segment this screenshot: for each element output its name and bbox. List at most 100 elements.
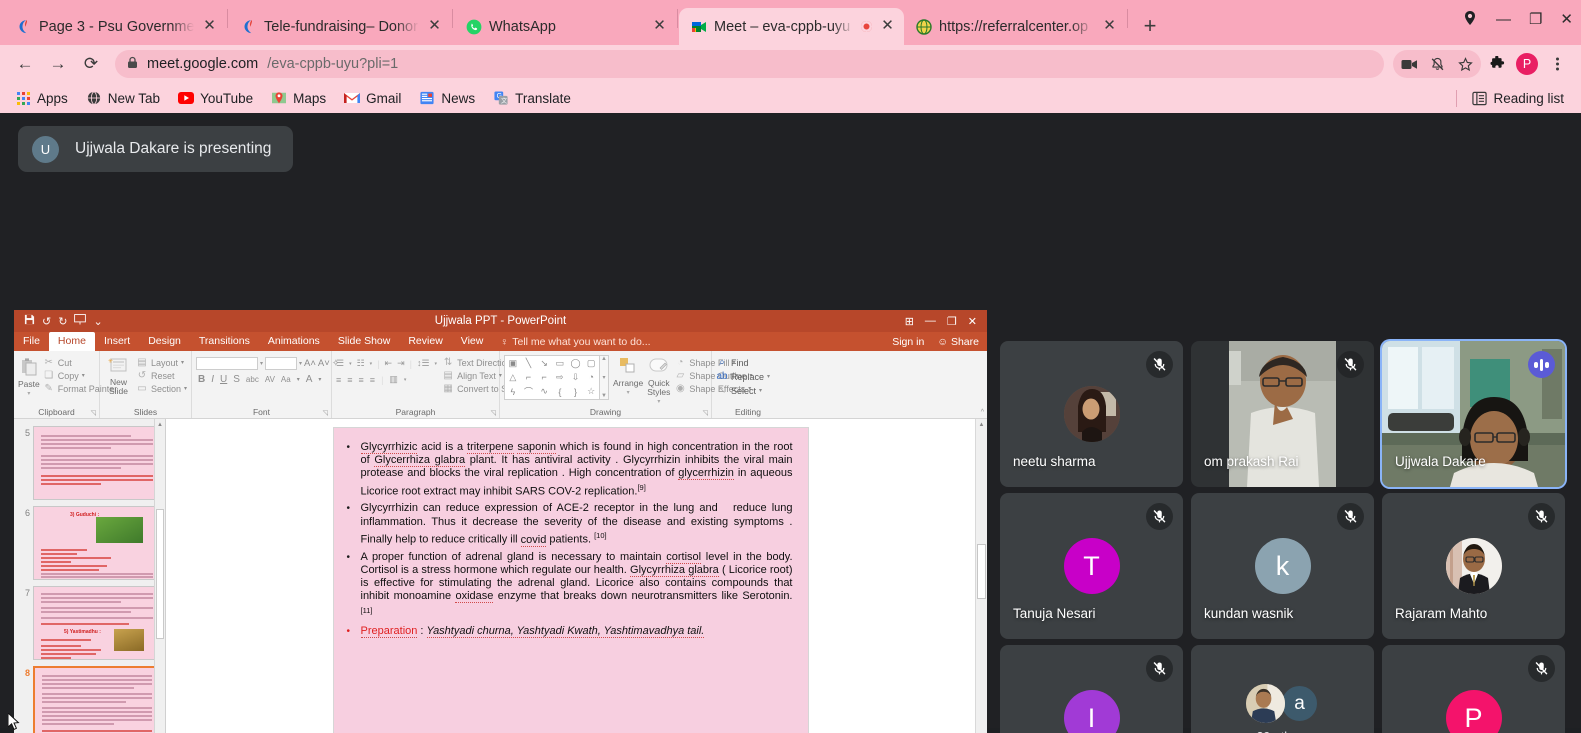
- tab-home[interactable]: Home: [48, 332, 95, 351]
- slide-canvas-area[interactable]: • Glycyrrhizic acid is a triterpene sapo…: [166, 419, 975, 733]
- dialog-launcher-icon[interactable]: ◹: [703, 409, 708, 417]
- thumbnail-scrollbar[interactable]: ▲ ▼: [154, 419, 165, 733]
- slide-vertical-scrollbar[interactable]: ▲ ▼ ⌃ ⌄: [975, 419, 987, 733]
- window-restore-button[interactable]: ❐: [1529, 12, 1542, 27]
- columns-icon[interactable]: ▥: [389, 374, 398, 385]
- dialog-launcher-icon[interactable]: ◹: [323, 409, 328, 417]
- tab-design[interactable]: Design: [139, 332, 190, 351]
- participant-tile-rajaram-mahto[interactable]: Rajaram Mahto: [1382, 493, 1565, 639]
- participant-tile-ujjwala-dakare[interactable]: Ujjwala Dakare: [1382, 341, 1565, 487]
- shape-textbox-icon[interactable]: ▣: [509, 358, 518, 369]
- bookmark-news[interactable]: News: [412, 87, 482, 109]
- shape-left-brace-icon[interactable]: {: [558, 387, 561, 397]
- align-right-icon[interactable]: ≡: [359, 375, 364, 385]
- font-size-input[interactable]: [265, 357, 298, 370]
- tab-close-icon[interactable]: ✕: [201, 18, 218, 35]
- star-icon[interactable]: [1451, 50, 1479, 78]
- slide-thumbnail-pane[interactable]: 5 6 3) Guduchi : 7 5) Yastimadhu: 8 ▲: [14, 419, 166, 733]
- shape-line-icon[interactable]: ╲: [526, 358, 531, 369]
- bookmark-apps[interactable]: Apps: [8, 87, 75, 109]
- participant-tile-others[interactable]: a 29 others: [1191, 645, 1374, 733]
- underline-button[interactable]: U: [220, 374, 227, 385]
- present-icon[interactable]: [74, 314, 87, 328]
- bookmark-gmail[interactable]: Gmail: [337, 87, 408, 109]
- character-spacing-button[interactable]: AV: [265, 375, 275, 384]
- section-button[interactable]: ▭ Section ▾: [136, 383, 187, 394]
- scroll-down-icon[interactable]: ▼: [601, 393, 607, 399]
- tab-review[interactable]: Review: [399, 332, 451, 351]
- participant-tile-tanuja-nesari[interactable]: T Tanuja Nesari: [1000, 493, 1183, 639]
- grow-font-icon[interactable]: A˄: [304, 358, 316, 369]
- shape-oval-icon[interactable]: ◯: [570, 358, 580, 369]
- participant-tile-neetu-sharma[interactable]: neetu sharma: [1000, 341, 1183, 487]
- shapes-gallery-scrollbar[interactable]: ▲ ▾ ▼: [600, 355, 609, 400]
- thumbnail-row-6[interactable]: 6 3) Guduchi :: [14, 503, 165, 583]
- slide-thumbnail[interactable]: 5) Yastimadhu :: [33, 586, 161, 660]
- shape-right-brace-icon[interactable]: }: [574, 387, 577, 397]
- tell-me-box[interactable]: ♀ Tell me what you want to do...: [492, 332, 658, 351]
- browser-tab-1[interactable]: Tele-fundraising– Donor a ✕: [229, 8, 451, 45]
- forward-icon[interactable]: →: [43, 49, 73, 79]
- ppt-restore-button[interactable]: ❐: [947, 315, 957, 328]
- new-slide-button[interactable]: ✳ New Slide: [104, 355, 133, 396]
- increase-indent-icon[interactable]: ⇥: [397, 358, 405, 369]
- thumbnail-row-5[interactable]: 5: [14, 423, 165, 503]
- camera-icon[interactable]: [1395, 50, 1423, 78]
- shrink-font-icon[interactable]: A˅: [318, 358, 330, 369]
- window-minimize-button[interactable]: —: [1496, 12, 1511, 27]
- shape-down-arrow-icon[interactable]: ⇩: [572, 372, 580, 383]
- shape-right-arrow-icon[interactable]: ⇨: [556, 372, 564, 383]
- shape-triangle-icon[interactable]: △: [509, 372, 516, 383]
- scroll-up-icon[interactable]: ▲: [976, 419, 987, 431]
- participant-tile-kundan-wasnik[interactable]: k kundan wasnik: [1191, 493, 1374, 639]
- shape-rectangle-icon[interactable]: ▭: [556, 358, 565, 369]
- window-close-button[interactable]: ✕: [1560, 12, 1573, 27]
- numbering-icon[interactable]: ☷: [357, 358, 365, 369]
- shapes-gallery[interactable]: ▣ ╲ ↘ ▭ ◯ ▢ △ ⌐ ⌐ ⇨ ⇩ ◔ ϟ ⌒ ∿ {} ☆: [504, 355, 600, 400]
- dialog-launcher-icon[interactable]: ◹: [491, 409, 496, 417]
- reload-icon[interactable]: ⟳: [76, 49, 106, 79]
- thumbnail-scroll-thumb[interactable]: [156, 509, 164, 639]
- quick-styles-button[interactable]: Quick Styles ▾: [647, 355, 670, 405]
- arrange-button[interactable]: Arrange ▾: [613, 355, 643, 396]
- participant-tile-om-prakash-rai[interactable]: om prakash Rai: [1191, 341, 1374, 487]
- tab-animations[interactable]: Animations: [259, 332, 329, 351]
- browser-tab-3-active[interactable]: Meet – eva-cppb-uyu ✕: [679, 8, 904, 45]
- shape-freeform-icon[interactable]: ϟ: [510, 387, 515, 397]
- address-bar[interactable]: meet.google.com/eva-cppb-uyu?pli=1: [115, 50, 1384, 78]
- tab-close-icon[interactable]: ✕: [1101, 18, 1118, 35]
- presentation-stage[interactable]: ↺ ↻ ⌄ Ujjwala PPT - PowerPoint ⊞ — ❐ ✕ F…: [14, 310, 987, 733]
- align-center-icon[interactable]: ≡: [347, 375, 352, 385]
- scroll-more-icon[interactable]: ▾: [602, 374, 605, 381]
- slide-thumbnail[interactable]: [33, 426, 161, 500]
- shape-star-icon[interactable]: ☆: [587, 386, 595, 397]
- participant-tile-i-conference[interactable]: I I Conference: [1000, 645, 1183, 733]
- ribbon-display-options-icon[interactable]: ⊞: [905, 315, 914, 328]
- tab-view[interactable]: View: [452, 332, 493, 351]
- current-slide[interactable]: • Glycyrrhizic acid is a triterpene sapo…: [332, 427, 809, 733]
- tab-file[interactable]: File: [14, 332, 49, 351]
- line-spacing-icon[interactable]: ↕☰: [417, 358, 430, 369]
- redo-icon[interactable]: ↻: [58, 315, 67, 328]
- select-button[interactable]: ↖ Select ▾: [716, 385, 770, 396]
- back-icon[interactable]: ←: [10, 49, 40, 79]
- scroll-up-icon[interactable]: ▲: [155, 419, 165, 430]
- customize-icon[interactable]: ⌄: [93, 315, 102, 328]
- find-button[interactable]: ⌕ Find: [716, 357, 770, 368]
- scroll-thumb[interactable]: [977, 544, 986, 599]
- new-tab-button[interactable]: +: [1135, 11, 1165, 41]
- font-color-button[interactable]: A: [306, 374, 313, 385]
- decrease-indent-icon[interactable]: ⇤: [385, 358, 393, 369]
- shape-wave-icon[interactable]: ∿: [540, 386, 548, 397]
- bullets-icon[interactable]: ☰: [336, 358, 344, 369]
- align-left-icon[interactable]: ≡: [336, 375, 341, 385]
- profile-avatar[interactable]: P: [1513, 50, 1541, 78]
- save-icon[interactable]: [24, 314, 35, 328]
- bell-muted-icon[interactable]: [1423, 50, 1451, 78]
- thumbnail-row-7[interactable]: 7 5) Yastimadhu :: [14, 583, 165, 663]
- layout-button[interactable]: ▤ Layout ▾: [136, 357, 187, 368]
- replace-button[interactable]: ab Replace ▾: [716, 371, 770, 382]
- bookmark-new-tab[interactable]: New Tab: [79, 87, 167, 109]
- shape-elbow-icon[interactable]: ⌐: [526, 372, 531, 382]
- justify-icon[interactable]: ≡: [370, 375, 375, 385]
